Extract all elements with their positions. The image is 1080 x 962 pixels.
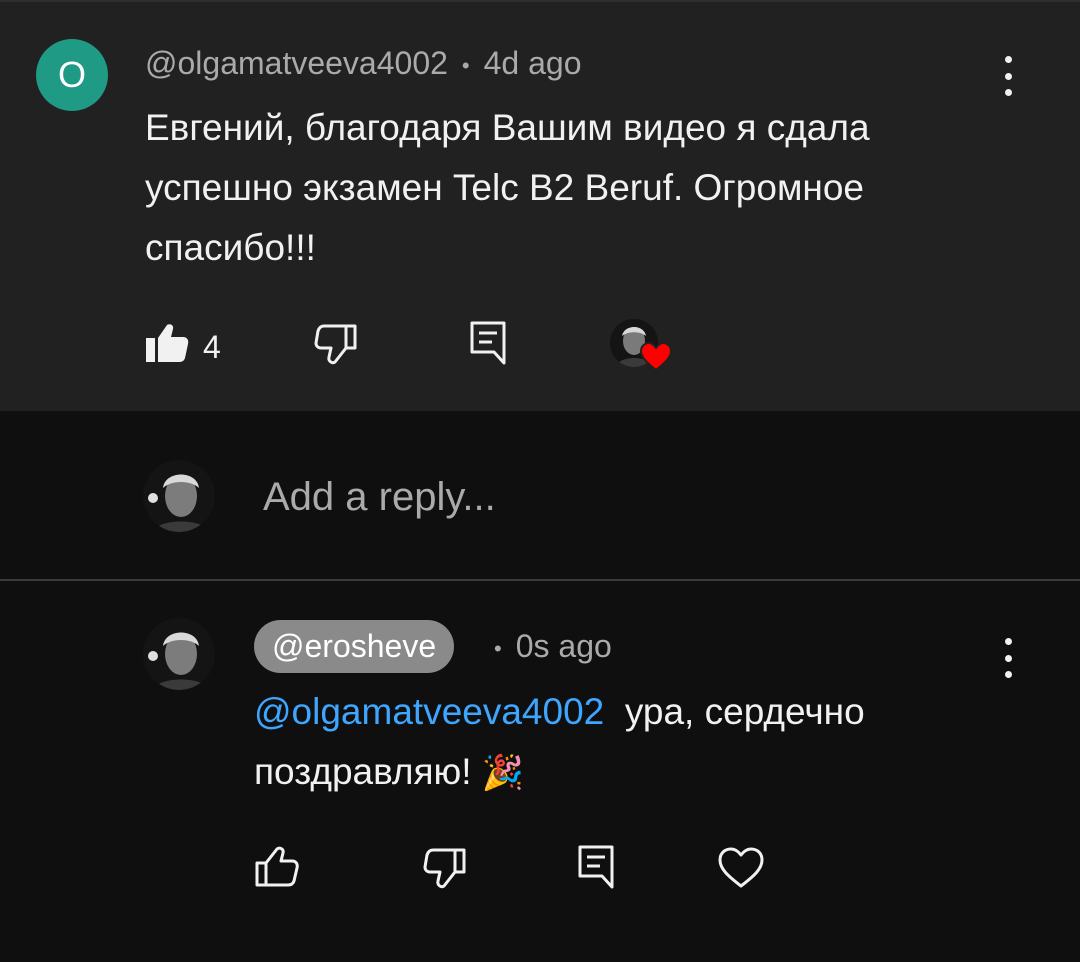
heart-outline-icon[interactable] (718, 847, 764, 889)
author-name[interactable]: @olgamatveeva4002 (145, 45, 448, 81)
comment-meta: @olgamatveeva4002 • 4d ago (145, 45, 581, 82)
thumbs-down-icon[interactable] (314, 324, 358, 366)
comment-text: Евгений, благодаря Вашим видео я сдала у… (145, 98, 870, 278)
avatar[interactable]: O (36, 39, 108, 111)
author-chip[interactable]: @erosheve (254, 620, 455, 673)
thumbs-up-icon[interactable] (255, 846, 299, 888)
more-options-icon[interactable] (1001, 56, 1015, 96)
reply-icon[interactable] (470, 321, 506, 365)
comment-line: спасибо!!! (145, 227, 316, 268)
more-options-icon[interactable] (1001, 638, 1015, 678)
separator-dot: • (494, 635, 502, 661)
mention-link[interactable]: @olgamatveeva4002 (254, 691, 604, 732)
heart-icon (640, 342, 672, 372)
user-avatar (143, 460, 215, 532)
reply-avatar[interactable] (143, 618, 215, 690)
top-comment: O @olgamatveeva4002 • 4d ago Евгений, благ… (0, 0, 1080, 411)
reply-line: @olgamatveeva4002 ура, сердечно (254, 682, 865, 742)
reply-icon[interactable] (578, 845, 614, 889)
reply-text-part: поздравляю! (254, 751, 472, 792)
party-popper-emoji: 🎉 (481, 754, 525, 792)
timestamp: 4d ago (483, 45, 582, 81)
reply-line: поздравляю! 🎉 (254, 742, 865, 803)
like-count: 4 (203, 329, 221, 365)
comment-line: Евгений, благодаря Вашим видео я сдала (145, 107, 870, 148)
reply-meta: • 0s ago (480, 628, 612, 665)
reply-input[interactable]: Add a reply... (263, 475, 496, 520)
reply-text: @olgamatveeva4002 ура, сердечно поздравл… (254, 682, 865, 803)
reply-text-part: ура, сердечно (624, 691, 865, 732)
timestamp: 0s ago (515, 628, 612, 664)
separator-dot: • (461, 52, 470, 78)
comment-line: успешно экзамен Telc B2 Beruf. Огромное (145, 167, 864, 208)
divider (0, 579, 1080, 581)
thumbs-down-icon[interactable] (423, 848, 467, 890)
thumbs-up-filled-icon[interactable] (145, 322, 189, 364)
